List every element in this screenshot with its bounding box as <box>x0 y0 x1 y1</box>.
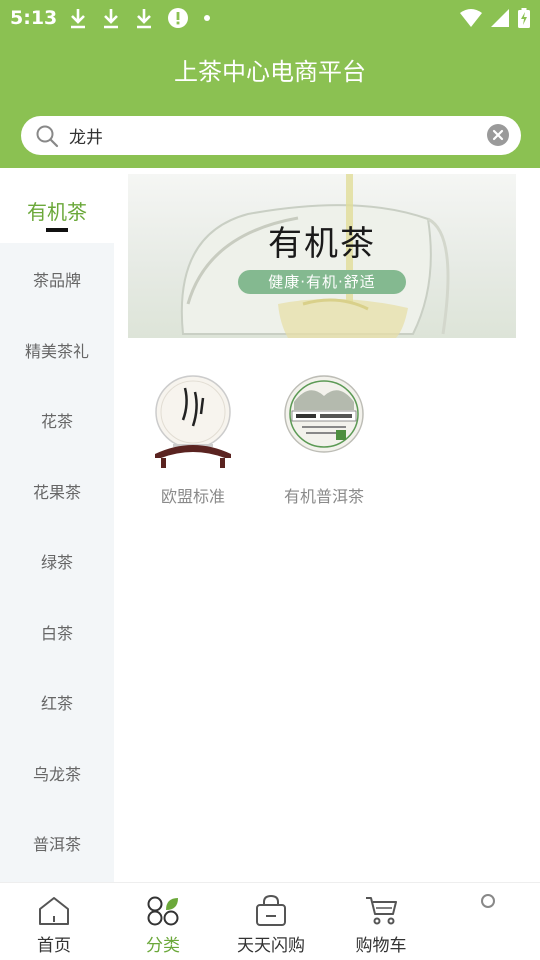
sidebar-item-tea-brand[interactable]: 茶品牌 <box>0 267 114 291</box>
home-icon <box>39 897 69 925</box>
banner-subtitle: 健康·有机·舒适 <box>238 270 406 294</box>
wifi-icon <box>460 9 482 27</box>
product-name: 欧盟标准 <box>160 487 225 506</box>
product-name: 有机普洱茶 <box>283 487 364 506</box>
sidebar-item-flower-tea[interactable]: 花茶 <box>0 408 114 432</box>
search-bar[interactable] <box>21 116 521 155</box>
tea-cake-image <box>284 375 364 453</box>
cart-icon <box>366 897 397 925</box>
category-icon <box>147 896 179 926</box>
search-input[interactable] <box>69 122 479 149</box>
sidebar-item-green-tea[interactable]: 绿茶 <box>0 549 114 573</box>
alert-icon <box>168 8 188 28</box>
category-sidebar: 有机茶 茶品牌 精美茶礼 花茶 花果茶 绿茶 白茶 红茶 乌龙茶 普洱茶 <box>0 170 114 882</box>
signal-icon <box>491 9 509 27</box>
sidebar-item-label: 花果茶 <box>32 483 81 502</box>
system-icons <box>460 8 530 28</box>
status-bar: 5:13 <box>0 0 540 36</box>
notification-icons <box>68 7 212 29</box>
sidebar-item-fruit-tea[interactable]: 花果茶 <box>0 479 114 503</box>
sidebar-item-black-tea[interactable]: 红茶 <box>0 690 114 714</box>
tab-label: 分类 <box>146 936 180 956</box>
download-icon <box>71 9 85 29</box>
sidebar-item-label: 红茶 <box>40 694 73 713</box>
sidebar-item-label: 白茶 <box>40 624 73 643</box>
sidebar-item-oolong-tea[interactable]: 乌龙茶 <box>0 761 114 785</box>
tab-flash-sale[interactable]: 天天闪购 <box>221 883 321 960</box>
page-title: 上茶中心电商平台 <box>174 58 366 86</box>
sidebar-item-label: 有机茶 <box>27 200 87 224</box>
clear-search-button[interactable] <box>487 124 509 146</box>
tab-category[interactable]: 分类 <box>113 883 213 960</box>
status-time: 5:13 <box>10 7 58 29</box>
banner-title: 有机茶 <box>268 224 376 264</box>
search-icon <box>36 125 59 148</box>
tea-cake-image <box>155 375 231 468</box>
flash-sale-bag-icon <box>256 895 286 926</box>
tab-label: 购物车 <box>355 936 407 956</box>
bottom-tab-bar: 首页 分类 天天闪购 购物车 <box>0 882 540 960</box>
sidebar-item-label: 茶品牌 <box>32 271 81 290</box>
active-indicator <box>46 228 68 232</box>
sidebar-item-gift-tea[interactable]: 精美茶礼 <box>0 338 114 362</box>
dot-icon <box>204 15 210 21</box>
sidebar-item-white-tea[interactable]: 白茶 <box>0 620 114 644</box>
tab-cart[interactable]: 购物车 <box>331 883 431 960</box>
sidebar-item-puer-tea[interactable]: 普洱茶 <box>0 831 114 855</box>
download-icon <box>104 9 118 29</box>
battery-charging-icon <box>518 8 530 28</box>
sidebar-item-label: 花茶 <box>40 412 73 431</box>
download-icon <box>137 9 151 29</box>
tab-home[interactable]: 首页 <box>4 883 104 960</box>
sidebar-item-label: 绿茶 <box>40 553 73 572</box>
tab-label: 首页 <box>37 936 71 956</box>
app-header: 上茶中心电商平台 <box>0 36 540 168</box>
sidebar-item-label: 普洱茶 <box>32 835 81 854</box>
close-icon <box>492 129 504 141</box>
tab-more-indicator[interactable] <box>481 894 495 908</box>
category-banner[interactable]: 有机茶 健康·有机·舒适 <box>128 174 516 338</box>
sidebar-item-organic-tea[interactable]: 有机茶 <box>0 170 114 243</box>
sidebar-item-label: 精美茶礼 <box>24 342 89 361</box>
tab-label: 天天闪购 <box>237 936 305 956</box>
sidebar-item-label: 乌龙茶 <box>32 765 81 784</box>
